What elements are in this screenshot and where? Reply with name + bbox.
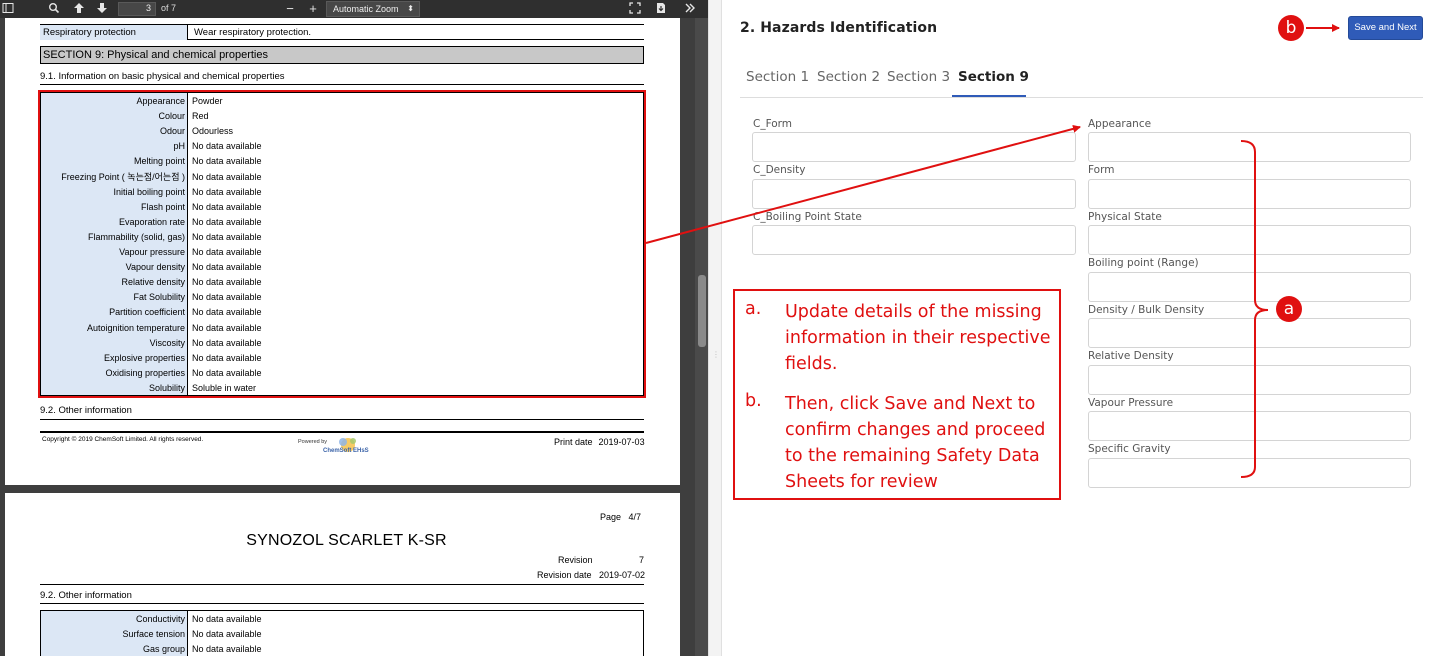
zoom-select-value: Automatic Zoom [333,4,399,14]
revision-date-label: Revision date [537,570,592,580]
instruction-text: Then, click Save and Next to confirm cha… [785,394,1046,492]
save-and-next-button[interactable]: Save and Next [1348,16,1423,40]
field-label: C_Density [753,164,806,176]
field-label: Vapour Pressure [1088,397,1174,409]
split-divider[interactable] [708,0,722,656]
print-date-label: Print date [554,437,593,447]
property-value: No data available [192,644,262,655]
field-label: Physical State [1088,211,1162,223]
copyright-text: Copyright © 2019 ChemSoft Limited. All r… [42,436,204,443]
vapour-pressure-input[interactable] [1088,411,1411,441]
field-label: C_Form [753,118,793,130]
more-tools-icon[interactable] [684,2,696,16]
density-bulk-density-input[interactable] [1088,318,1411,348]
table-row: Respiratory protection Wear respiratory … [40,25,644,40]
relative-density-input[interactable] [1088,365,1411,395]
instruction-marker: b. [745,391,762,411]
divider [40,603,644,604]
field-label: Density / Bulk Density [1088,304,1205,316]
page-indicator: Page 4/7 [600,512,641,522]
specific-gravity-input[interactable] [1088,458,1411,488]
page-title: 2. Hazards Identification [740,20,938,36]
tab-section-9[interactable]: Section 9 [958,69,1029,85]
table-row: Conductivity No data available [41,612,643,627]
c-boiling-point-state-input[interactable] [752,225,1076,255]
subheading: 9.2. Other information [40,405,132,416]
search-icon[interactable] [48,2,60,16]
field-label: Form [1088,164,1115,176]
tab-section-3[interactable]: Section 3 [887,69,950,85]
next-page-icon[interactable] [96,2,108,16]
appearance-input[interactable] [1088,132,1411,162]
revision-value: 7 [639,555,645,565]
download-icon[interactable] [655,2,667,16]
page-count: of 7 [161,3,177,13]
page-value: 4/7 [628,512,642,522]
boiling-point-range-input[interactable] [1088,272,1411,302]
divider [40,84,644,85]
property-label: Conductivity [135,614,185,624]
c-form-input[interactable] [752,132,1076,162]
instruction-text: Update details of the missing informatio… [785,302,1051,374]
fullscreen-icon[interactable] [629,2,641,16]
drag-handle-icon[interactable]: ⋮ [712,351,720,362]
print-date-value: 2019-07-03 [598,437,645,447]
previous-page-icon[interactable] [73,2,85,16]
tab-section-1[interactable]: Section 1 [746,69,809,85]
field-label: Relative Density [1088,350,1174,362]
highlight-box [38,90,646,398]
scrollbar-thumb[interactable] [698,275,706,347]
subheading: 9.1. Information on basic physical and c… [40,71,285,82]
callout-a-marker: a [1276,296,1302,322]
pdf-page: Page 4/7 SYNOZOL SCARLET K-SR Revision 7… [5,493,680,656]
cell-value: Wear respiratory protection. [194,27,312,38]
divider [40,431,644,433]
field-label: Specific Gravity [1088,443,1171,455]
subheading: 9.2. Other information [40,590,132,601]
c-density-input[interactable] [752,179,1076,209]
page-label: Page [600,512,622,522]
property-label: Gas group [142,644,185,655]
pdf-toolbar: 3 of 7 − + Automatic Zoom ⬍ [0,0,708,18]
form-input[interactable] [1088,179,1411,209]
zoom-select[interactable]: Automatic Zoom ⬍ [326,1,420,17]
property-value: No data available [192,629,262,640]
properties-table: Conductivity No data available Surface ten… [40,610,644,656]
table-row: Gas group No data available [41,642,643,656]
callout-b-marker: b [1278,15,1304,41]
revision-label: Revision [558,555,593,565]
print-date: Print date 2019-07-03 [554,437,645,447]
divider [40,584,644,585]
chevron-down-icon: ⬍ [407,4,414,13]
divider [40,419,644,420]
tab-divider [740,97,1423,98]
property-label: Surface tension [122,629,185,640]
sidebar-toggle-icon[interactable] [2,2,14,16]
cell-label: Respiratory protection [40,25,188,40]
revision-date-value: 2019-07-02 [599,570,646,580]
tab-section-2[interactable]: Section 2 [817,69,880,85]
chemsoft-logo-text: ChemSoft EHsS [323,448,369,454]
zoom-out-icon[interactable]: − [284,2,296,16]
table-row: Surface tension No data available [41,627,643,642]
instructions-callout: a. Update details of the missing informa… [733,289,1061,500]
page-number-input[interactable]: 3 [118,2,156,16]
document-title: SYNOZOL SCARLET K-SR [246,532,447,549]
zoom-in-icon[interactable]: + [307,2,319,16]
section-heading: SECTION 9: Physical and chemical propert… [40,46,644,64]
field-label: Appearance [1088,118,1152,130]
field-label: C_Boiling Point State [753,211,862,223]
property-value: No data available [192,614,262,624]
physical-state-input[interactable] [1088,225,1411,255]
field-label: Boiling point (Range) [1088,257,1199,269]
instruction-marker: a. [745,299,762,319]
